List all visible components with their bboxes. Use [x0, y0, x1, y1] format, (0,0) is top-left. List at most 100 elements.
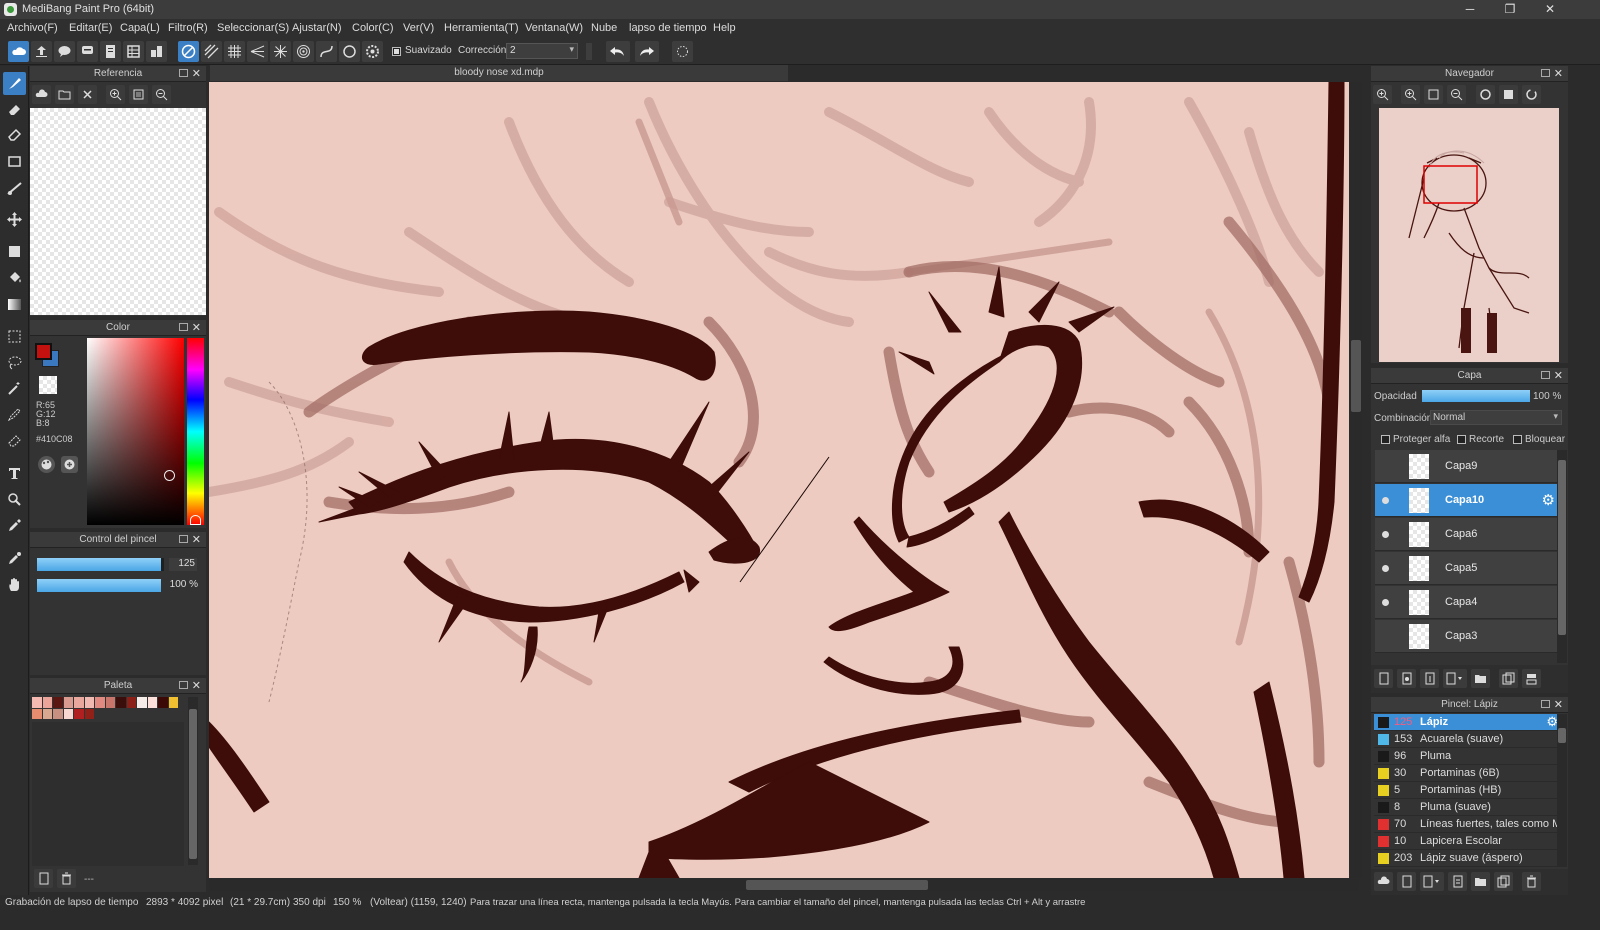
new-1bit-layer-icon[interactable] [1420, 669, 1439, 688]
palette-swatch[interactable] [32, 708, 42, 719]
brush-row[interactable]: 125 Lápiz ⚙ [1374, 714, 1560, 731]
palette-swatch[interactable] [63, 697, 73, 708]
reference-canvas[interactable] [30, 108, 206, 315]
zoom-in-icon[interactable] [1373, 85, 1392, 104]
clip-checkbox[interactable] [1457, 435, 1466, 444]
layer-scrollbar[interactable] [1557, 450, 1567, 663]
palette-swatch[interactable] [42, 697, 52, 708]
menu-ajustar[interactable]: Ajustar(N) [292, 22, 342, 34]
layer-row[interactable]: Capa10 ⚙ [1375, 484, 1557, 517]
layer-row[interactable]: Capa5 [1375, 552, 1557, 585]
dotted-eraser-tool-icon[interactable] [3, 123, 26, 146]
size-slider[interactable] [37, 558, 164, 571]
new-layer-icon[interactable] [1374, 669, 1393, 688]
palette-add-icon[interactable] [61, 456, 78, 473]
float-icon[interactable] [179, 535, 188, 543]
duplicate-brush-icon[interactable] [1494, 872, 1513, 891]
layer-visibility-icon[interactable] [1382, 565, 1389, 572]
drawing-canvas[interactable] [209, 82, 1349, 878]
layer-row[interactable]: Capa4 [1375, 586, 1557, 619]
blend-select[interactable]: Normal ▾ [1430, 410, 1562, 425]
primary-color-swatch[interactable] [35, 343, 52, 360]
color-cursor[interactable] [164, 470, 175, 481]
palette-swatch[interactable] [158, 697, 168, 708]
palette-swatch[interactable] [168, 697, 178, 708]
reset-view-icon[interactable] [1499, 85, 1518, 104]
pen-eyedropper-tool-icon[interactable] [3, 547, 26, 570]
navigator-viewport[interactable] [1423, 165, 1478, 204]
menu-lapso[interactable]: lapso de tiempo [629, 22, 707, 34]
hue-slider[interactable] [187, 338, 204, 525]
merge-layer-icon[interactable] [1522, 669, 1541, 688]
layer-scroll-thumb[interactable] [1558, 460, 1566, 635]
lasso-tool-icon[interactable] [3, 351, 26, 374]
grid-doc-icon[interactable] [123, 41, 144, 62]
rotate-left-icon[interactable] [1476, 85, 1495, 104]
navigator-preview[interactable] [1379, 108, 1559, 362]
menu-seleccionar[interactable]: Seleccionar(S) [217, 22, 289, 34]
cloud-icon[interactable] [8, 41, 29, 62]
duplicate-layer-icon[interactable] [1499, 669, 1518, 688]
hue-handle[interactable] [190, 515, 201, 525]
close-icon[interactable]: ✕ [192, 67, 201, 80]
palette-swatch[interactable] [84, 708, 94, 719]
palette-swatch[interactable] [137, 697, 147, 708]
rotate-right-icon[interactable] [1522, 85, 1541, 104]
float-icon[interactable] [179, 681, 188, 689]
lock-checkbox[interactable] [1513, 435, 1522, 444]
cloud-brush-icon[interactable] [1374, 872, 1393, 891]
layer-visibility-icon[interactable] [1382, 633, 1389, 640]
shape-tool-icon[interactable] [3, 150, 26, 173]
fit-icon[interactable] [129, 85, 148, 104]
eyedropper-tool-icon[interactable] [3, 514, 26, 537]
close-icon[interactable]: ✕ [192, 533, 201, 546]
radial-snap-icon[interactable] [270, 41, 291, 62]
menu-herramienta[interactable]: Herramienta(T) [444, 22, 519, 34]
layer-opacity-slider[interactable] [1422, 390, 1530, 402]
menu-nube[interactable]: Nube [591, 22, 617, 34]
palette-swatch[interactable] [74, 708, 84, 719]
select-rect-tool-icon[interactable] [3, 325, 26, 348]
magic-wand-tool-icon[interactable] [3, 377, 26, 400]
new-brush-icon[interactable] [1397, 872, 1416, 891]
float-icon[interactable] [179, 69, 188, 77]
layer-row[interactable]: Capa6 [1375, 518, 1557, 551]
hand-tool-icon[interactable] [3, 573, 26, 596]
transparent-color-swatch[interactable] [39, 376, 57, 394]
settings-snap-icon[interactable] [362, 41, 383, 62]
folder-open-icon[interactable] [55, 85, 74, 104]
brush-row[interactable]: 153 Acuarela (suave) [1374, 731, 1560, 748]
add-brush-dropdown-icon[interactable] [1420, 872, 1444, 891]
canvas-vscroll-thumb[interactable] [1351, 340, 1361, 412]
palette-scroll-thumb[interactable] [189, 709, 197, 859]
zoom-in-icon[interactable] [106, 85, 125, 104]
palette-swatch[interactable] [53, 697, 63, 708]
brush-row[interactable]: 8 Pluma (suave) [1374, 799, 1560, 816]
gear-icon[interactable]: ⚙ [1542, 491, 1555, 509]
grid-snap-icon[interactable] [224, 41, 245, 62]
close-icon[interactable]: ✕ [192, 679, 201, 692]
eraser-tool-icon[interactable] [3, 98, 26, 121]
curve-snap-icon[interactable] [316, 41, 337, 62]
brush-scrollbar[interactable] [1557, 714, 1567, 867]
canvas-hscroll-thumb[interactable] [746, 880, 928, 890]
gradient-tool-icon[interactable] [3, 293, 26, 316]
brush-settings-icon[interactable] [1448, 872, 1467, 891]
select-pen-tool-icon[interactable] [3, 403, 26, 426]
zoom-out-icon[interactable] [1447, 85, 1466, 104]
concentric-snap-icon[interactable] [293, 41, 314, 62]
close-icon[interactable]: ✕ [1554, 369, 1563, 382]
parallel-snap-icon[interactable] [201, 41, 222, 62]
snap-off-icon[interactable] [178, 41, 199, 62]
comment-icon[interactable] [54, 41, 75, 62]
brush-row[interactable]: 30 Portaminas (6B) [1374, 765, 1560, 782]
size-value[interactable]: 125 [169, 558, 197, 571]
opacity-slider[interactable] [37, 579, 161, 592]
chat-icon[interactable] [77, 41, 98, 62]
correccion-select[interactable]: 2 ▾ [506, 43, 578, 59]
new-palette-icon[interactable] [34, 869, 53, 888]
palette-swatch[interactable] [105, 697, 115, 708]
canvas-hscrollbar[interactable] [209, 879, 1359, 891]
upload-icon[interactable] [31, 41, 52, 62]
zoom-in-alt-icon[interactable] [1401, 85, 1420, 104]
